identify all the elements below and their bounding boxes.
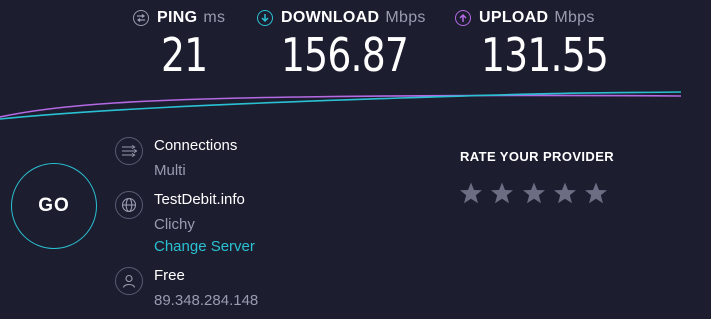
- change-server-link[interactable]: Change Server: [154, 237, 255, 257]
- ping-icon: [133, 10, 149, 26]
- download-arrow-icon: [257, 10, 273, 26]
- star-icon[interactable]: [553, 181, 577, 205]
- ping-metric: PING ms 21: [133, 0, 225, 78]
- upload-label: UPLOAD: [479, 9, 549, 26]
- speed-graph: [0, 91, 682, 120]
- server-location: Clichy: [154, 216, 195, 233]
- upload-arrow-icon: [455, 10, 471, 26]
- connections-row: Connections Multi: [115, 137, 237, 181]
- connections-title: Connections: [154, 137, 238, 154]
- user-icon: [115, 267, 143, 295]
- download-value: 156.87: [281, 28, 409, 82]
- upload-unit: Mbps: [554, 9, 595, 26]
- download-label: DOWNLOAD: [281, 9, 380, 26]
- connections-icon: [115, 137, 143, 165]
- isp-ip-address: 89.348.284.148: [154, 292, 259, 309]
- ping-unit: ms: [203, 9, 226, 26]
- speedtest-app: PING ms 21 DOWNLOAD Mbps 156.87 UPLOAD M…: [0, 0, 711, 319]
- star-icon[interactable]: [490, 181, 514, 205]
- star-icon[interactable]: [522, 181, 546, 205]
- ping-value: 21: [161, 28, 208, 82]
- globe-icon: [115, 191, 143, 219]
- server-name: TestDebit.info: [154, 191, 245, 208]
- go-button[interactable]: GO: [11, 163, 97, 249]
- upload-value: 131.55: [481, 28, 609, 82]
- download-metric: DOWNLOAD Mbps 156.87: [257, 0, 436, 78]
- isp-row: Free 89.348.284.148: [115, 267, 258, 311]
- rating-stars: [459, 181, 615, 205]
- rate-provider-title: RATE YOUR PROVIDER: [460, 149, 615, 164]
- download-unit: Mbps: [385, 9, 426, 26]
- connections-value: Multi: [154, 162, 186, 179]
- star-icon[interactable]: [459, 181, 483, 205]
- ping-label: PING: [157, 9, 198, 26]
- isp-name: Free: [154, 267, 185, 284]
- server-row: TestDebit.info Clichy Change Server: [115, 191, 255, 257]
- upload-graph-line: [0, 94, 682, 118]
- star-icon[interactable]: [584, 181, 608, 205]
- upload-metric: UPLOAD Mbps 131.55: [455, 0, 636, 78]
